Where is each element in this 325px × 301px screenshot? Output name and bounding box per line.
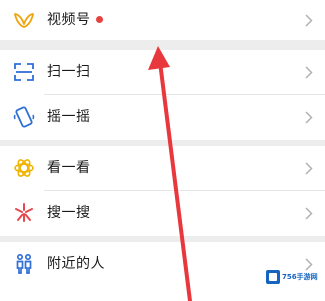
shake-icon	[12, 105, 36, 129]
menu-item-label: 扫一扫	[47, 64, 91, 80]
menu-group-scan-shake: 扫一扫 摇一摇	[0, 50, 325, 140]
chevron-right-icon	[305, 66, 313, 79]
chevron-right-icon	[305, 207, 313, 220]
people-nearby-icon	[12, 252, 36, 276]
menu-item-label: 看一看	[47, 160, 91, 176]
scan-icon	[12, 60, 36, 84]
menu-group-top-search: 看一看 搜一搜	[0, 146, 325, 236]
menu-item-shake[interactable]: 摇一摇	[0, 95, 325, 140]
menu-item-top-stories[interactable]: 看一看	[0, 146, 325, 191]
chevron-right-icon	[305, 162, 313, 175]
menu-item-search[interactable]: 搜一搜	[0, 191, 325, 236]
watermark-logo-icon	[266, 270, 280, 284]
menu-item-label: 搜一搜	[47, 205, 91, 221]
menu-item-label: 视频号	[47, 12, 91, 28]
menu-item-label: 摇一摇	[47, 109, 91, 125]
notification-dot	[96, 16, 103, 23]
menu-item-label: 附近的人	[47, 256, 105, 272]
menu-item-channels[interactable]: 视频号	[0, 0, 325, 40]
chevron-right-icon	[305, 111, 313, 124]
chevron-right-icon	[305, 14, 313, 27]
menu-group-channels: 视频号	[0, 0, 325, 40]
menu-item-scan[interactable]: 扫一扫	[0, 50, 325, 95]
search-icon	[12, 201, 36, 225]
channels-icon	[12, 8, 36, 32]
top-stories-icon	[12, 156, 36, 180]
site-watermark: 756手游网	[266, 268, 320, 286]
watermark-text: 756手游网	[282, 273, 318, 281]
